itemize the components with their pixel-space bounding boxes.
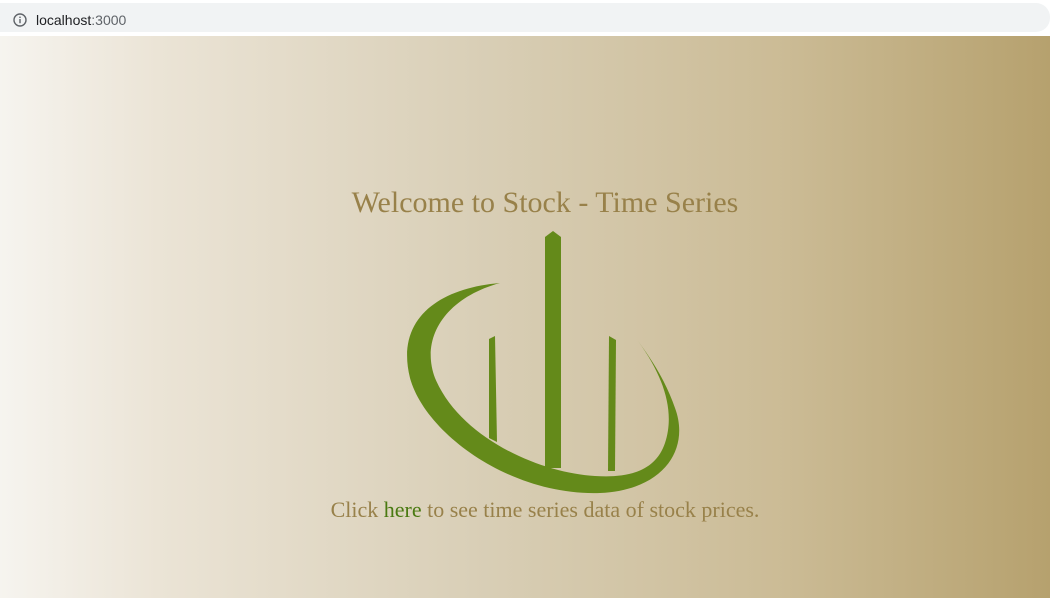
tagline-suffix: to see time series data of stock prices. [421, 497, 760, 522]
url-field[interactable]: localhost:3000 [0, 3, 1050, 32]
logo-bar-right [608, 336, 616, 471]
logo-swoosh [407, 283, 680, 494]
time-series-link[interactable]: here [384, 497, 422, 522]
page-content: Welcome to Stock - Time Series Click her… [0, 36, 1050, 598]
tagline-prefix: Click [330, 497, 384, 522]
tagline: Click here to see time series data of st… [0, 497, 1050, 523]
info-icon[interactable] [13, 13, 27, 27]
url-port: :3000 [91, 12, 127, 28]
url-text[interactable]: localhost:3000 [36, 12, 126, 28]
browser-address-bar: localhost:3000 [0, 0, 1050, 35]
url-host: localhost [36, 12, 92, 28]
logo-bar-left [489, 336, 497, 442]
page-title: Welcome to Stock - Time Series [351, 186, 739, 219]
stock-chart-logo-icon [407, 231, 680, 494]
logo-bar-center [545, 231, 561, 468]
